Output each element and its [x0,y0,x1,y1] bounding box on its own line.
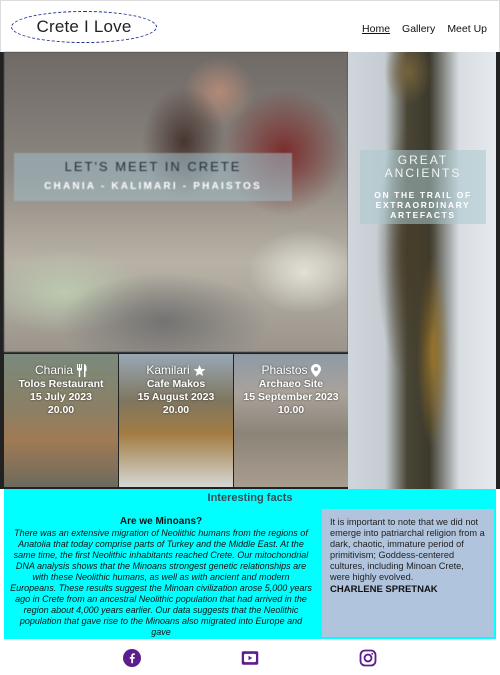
event-city-label: Chania [34,363,74,377]
event-tile-chania[interactable]: Chania Tolos Restaurant 15 July 2023 20.… [4,354,118,487]
event-date: 15 July 2023 [30,391,92,403]
nav-home-link[interactable]: Home [362,23,390,35]
event-venue: Archaeo Site [258,378,324,390]
event-city: Kamilari [146,364,205,377]
hero-side-subtitle: ON THE TRAIL OF EXTRAORDINARY ARTEFACTS [360,190,486,220]
event-city: Chania [35,364,87,377]
hero-side-title-line: ANCIENTS [384,166,462,180]
map-pin-icon [310,364,321,377]
event-city: Phaistos [261,363,321,377]
logo-text: Crete I Love [36,17,132,36]
event-date: 15 September 2023 [243,391,339,403]
event-tile-kamilari[interactable]: Kamilari Cafe Makos 15 August 2023 20.00 [119,354,233,487]
event-tile-phaistos[interactable]: Phaistos Archaeo Site 15 September 2023 … [234,354,348,487]
facts-question: Are we Minoans? [119,516,203,527]
hero-main-image: LET'S MEET IN CRETE CHANIA - KALIMARI - … [4,52,348,352]
youtube-icon[interactable] [241,649,259,667]
event-city-label: Kamilari [146,363,190,377]
star-icon [193,364,205,376]
nav-meetup-link[interactable]: Meet Up [447,23,487,35]
hero-section: LET'S MEET IN CRETE CHANIA - KALIMARI - … [0,52,500,489]
quote-box: It is important to note that we did not … [322,509,494,637]
event-details: Kamilari Cafe Makos 15 August 2023 20.00 [119,364,233,417]
event-time: 20.00 [47,404,75,416]
instagram-icon[interactable] [359,649,377,667]
site-logo[interactable]: Crete I Love [11,11,157,43]
quote-text: It is important to note that we did not … [330,517,485,582]
site-header: Crete I Love Home Gallery Meet Up [0,0,500,52]
facebook-icon[interactable] [123,649,141,667]
hero-side-subtitle-line: ON THE TRAIL OF [374,190,472,200]
event-details: Chania Tolos Restaurant 15 July 2023 20.… [4,364,118,417]
hero-side-image[interactable]: GREAT ANCIENTS ON THE TRAIL OF EXTRAORDI… [348,52,496,489]
nav-gallery-link[interactable]: Gallery [402,23,435,35]
hero-main-title: LET'S MEET IN CRETE [64,159,242,174]
hero-side-title: GREAT ANCIENTS [360,154,486,180]
event-date: 15 August 2023 [137,391,215,403]
event-venue: Tolos Restaurant [18,378,104,390]
quote-author: CHARLENE SPRETNAK [330,584,438,595]
event-venue: Cafe Makos [146,378,206,390]
site-footer [0,639,500,675]
facts-article: Are we Minoans? There was an extensive m… [4,516,318,638]
hero-main-subtitle: CHANIA - KALIMARI - PHAISTOS [44,181,262,192]
facts-section: Interesting facts Are we Minoans? There … [4,489,496,639]
main-nav: Home Gallery Meet Up [362,23,487,35]
facts-heading: Interesting facts [207,492,293,504]
utensils-icon [77,364,87,377]
hero-side-caption: GREAT ANCIENTS ON THE TRAIL OF EXTRAORDI… [360,150,486,224]
event-city-label: Phaistos [261,363,308,377]
event-time: 20.00 [162,404,190,416]
hero-main-caption: LET'S MEET IN CRETE CHANIA - KALIMARI - … [14,153,292,201]
hero-side-subtitle-line: ARTEFACTS [390,210,456,220]
hero-side-subtitle-line: EXTRAORDINARY [375,200,471,210]
event-details: Phaistos Archaeo Site 15 September 2023 … [234,364,348,417]
event-time: 10.00 [277,404,305,416]
facts-body: There was an extensive migration of Neol… [10,528,312,637]
